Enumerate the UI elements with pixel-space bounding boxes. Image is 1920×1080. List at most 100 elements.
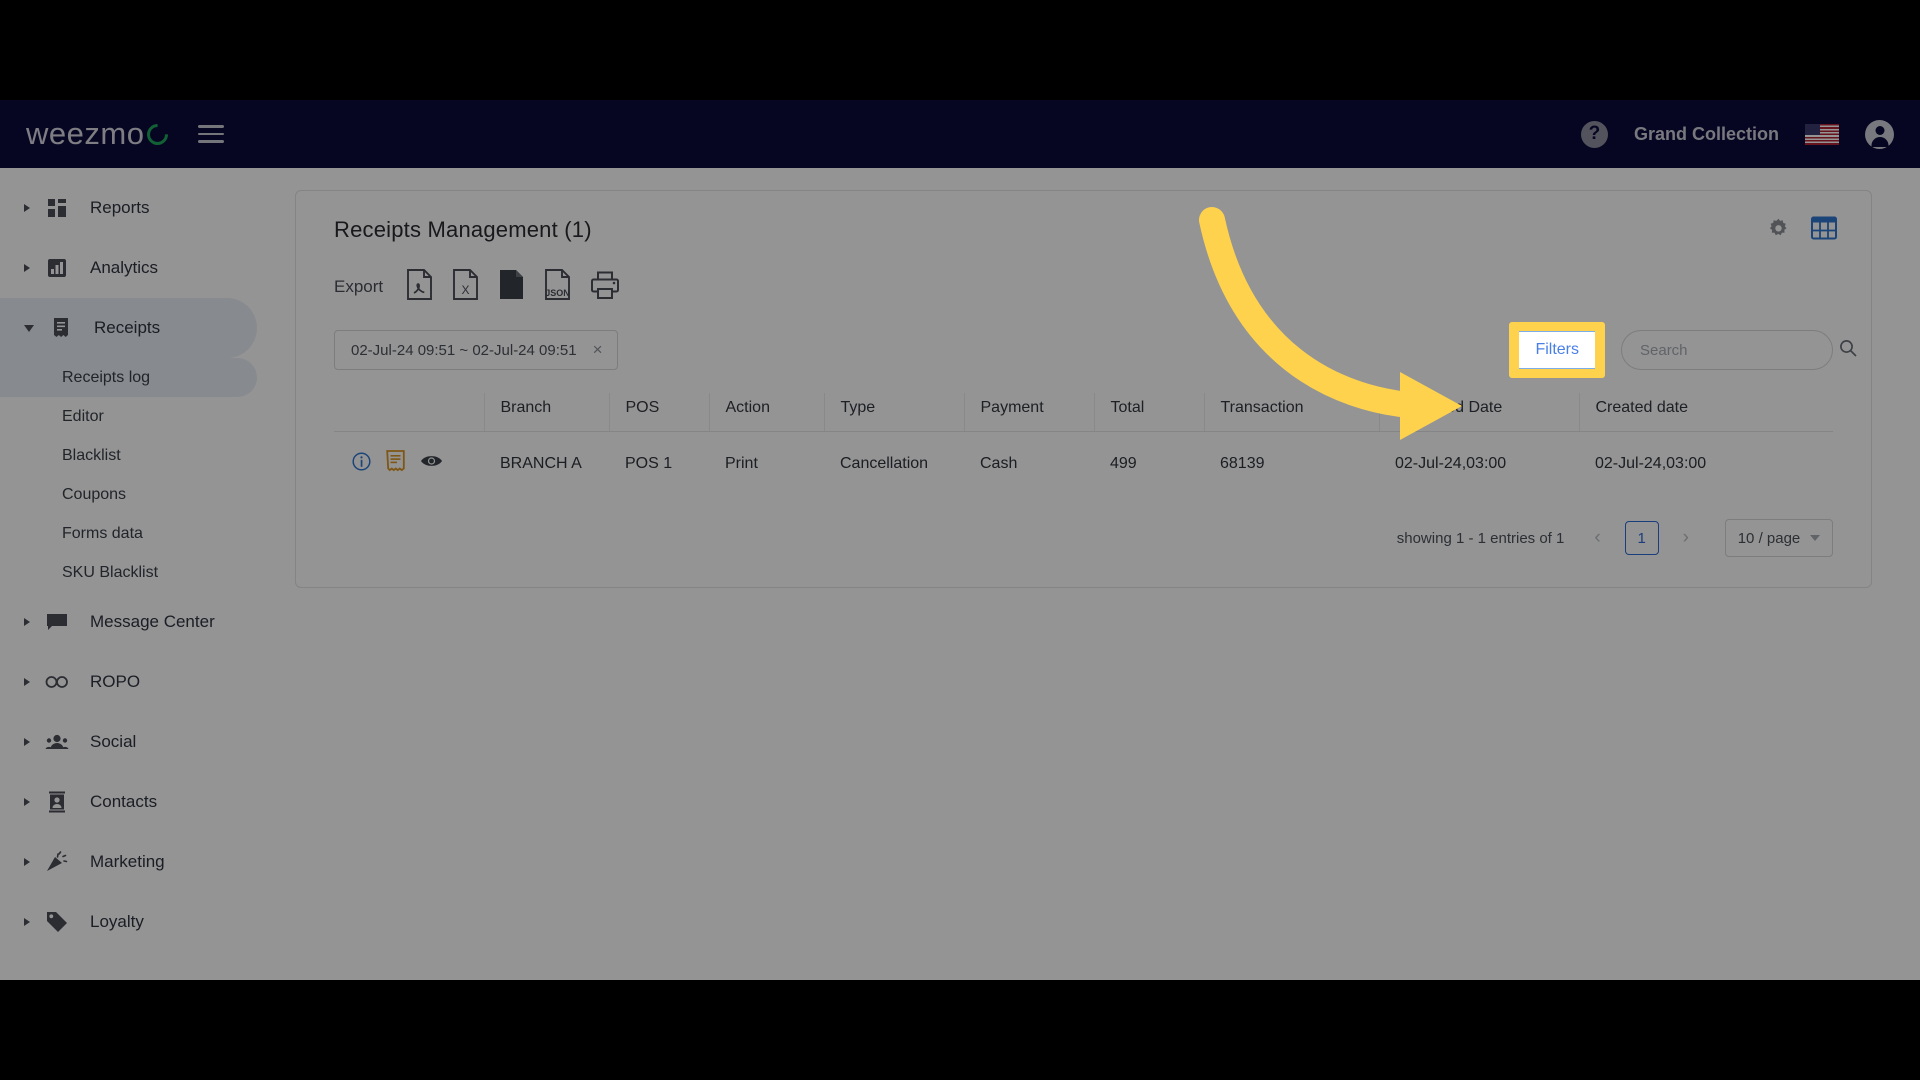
cell-uploaded-date: 02-Jul-24,03:00	[1395, 454, 1507, 472]
column-header-branch[interactable]: Branch	[483, 393, 609, 432]
cell-transaction: 68139	[1220, 454, 1265, 472]
column-header-type[interactable]: Type	[823, 393, 964, 432]
sidebar-item-coupons[interactable]: Coupons	[0, 475, 275, 514]
sidebar-item-contacts[interactable]: Contacts	[0, 772, 275, 832]
party-popper-icon	[44, 850, 70, 874]
sidebar-item-social[interactable]: Social	[0, 712, 275, 772]
column-header-pos[interactable]: POS	[608, 393, 709, 432]
sidebar-label-analytics: Analytics	[90, 258, 159, 277]
info-icon[interactable]	[352, 451, 371, 476]
sidebar-item-receipts-log[interactable]: Receipts log	[0, 358, 257, 397]
sidebar-item-blacklist[interactable]: Blacklist	[0, 436, 275, 475]
receipts-management-card: Receipts Management (1) Export X JSON 02…	[295, 190, 1872, 588]
sidebar-item-ropo[interactable]: ROPO	[0, 652, 275, 712]
sidebar-label-editor: Editor	[62, 407, 104, 425]
row-icons	[350, 450, 484, 477]
chevron-right-icon	[24, 798, 30, 806]
filter-toolbar: 02-Jul-24 09:51 ~ 02-Jul-24 09:51 × Filt…	[334, 322, 1857, 378]
people-icon	[44, 730, 70, 754]
pagination-prev-button[interactable]: ‹	[1586, 527, 1608, 549]
infinity-icon	[44, 670, 70, 694]
receipt-icon	[48, 316, 74, 340]
sidebar-label-blacklist: Blacklist	[62, 446, 121, 464]
sidebar-item-forms-data[interactable]: Forms data	[0, 514, 275, 553]
pagination-next-button[interactable]: ›	[1675, 527, 1697, 549]
pagination-page-1[interactable]: 1	[1624, 521, 1659, 555]
us-flag-icon[interactable]	[1805, 123, 1839, 145]
spreadsheet-icon[interactable]	[1811, 215, 1837, 241]
receipt-view-icon[interactable]	[386, 450, 405, 477]
column-header-actions[interactable]	[334, 393, 484, 432]
sidebar-navigation: Reports Analytics Receipts Receipts log …	[0, 168, 275, 980]
cell-action: Print	[725, 454, 758, 472]
chevron-right-icon	[24, 264, 30, 272]
column-header-payment[interactable]: Payment	[963, 393, 1094, 432]
search-box[interactable]	[1621, 330, 1857, 370]
sidebar-item-marketing[interactable]: Marketing	[0, 832, 275, 892]
contact-card-icon	[44, 790, 70, 814]
sidebar-item-loyalty[interactable]: Loyalty	[0, 892, 275, 952]
column-header-total[interactable]: Total	[1093, 393, 1204, 432]
sidebar-label-receipts-log: Receipts log	[62, 368, 151, 386]
pdf-export-icon[interactable]	[406, 269, 433, 305]
row-action-cell	[334, 432, 484, 496]
cell-branch: BRANCH A	[500, 454, 582, 472]
sidebar-item-receipts[interactable]: Receipts	[0, 298, 257, 358]
page-size-value: 10 / page	[1737, 529, 1801, 547]
table-row[interactable]: BRANCH A POS 1 Print Cancellation Cash 4…	[334, 432, 1833, 496]
column-header-transaction[interactable]: Transaction	[1203, 393, 1379, 432]
excel-export-icon[interactable]: X	[452, 269, 479, 305]
close-icon[interactable]: ×	[593, 340, 603, 360]
svg-text:X: X	[462, 283, 470, 297]
sidebar-label-ropo: ROPO	[90, 672, 141, 691]
help-icon[interactable]: ?	[1580, 120, 1608, 148]
cell-total: 499	[1110, 454, 1137, 472]
page-size-select[interactable]: 10 / page	[1725, 519, 1833, 557]
cell-created-date: 02-Jul-24,03:00	[1595, 454, 1707, 472]
card-tools	[1768, 215, 1837, 241]
sidebar-item-message-center[interactable]: Message Center	[0, 592, 275, 652]
date-range-value: 02-Jul-24 09:51 ~ 02-Jul-24 09:51	[351, 341, 577, 359]
sidebar-item-editor[interactable]: Editor	[0, 397, 275, 436]
cell-pos: POS 1	[625, 454, 673, 472]
search-icon[interactable]	[1839, 339, 1857, 362]
export-label: Export	[334, 277, 384, 296]
sidebar-item-reports[interactable]: Reports	[0, 178, 275, 238]
chevron-right-icon	[24, 918, 30, 926]
csv-export-icon[interactable]	[498, 269, 525, 305]
sidebar-item-sku-blacklist[interactable]: SKU Blacklist	[0, 553, 275, 592]
hamburger-icon[interactable]	[198, 120, 225, 148]
sidebar-label-marketing: Marketing	[90, 852, 165, 871]
print-icon[interactable]	[590, 271, 620, 304]
receipts-table: Branch POS Action Type Payment Total Tra…	[334, 393, 1833, 495]
column-header-created-date[interactable]: Created date	[1578, 393, 1833, 432]
main-content: Receipts Management (1) Export X JSON 02…	[295, 168, 1895, 980]
gear-icon[interactable]	[1768, 218, 1789, 239]
sidebar-label-social: Social	[90, 732, 137, 751]
right-filter-cluster: Filters	[1509, 322, 1857, 378]
sidebar-item-analytics[interactable]: Analytics	[0, 238, 275, 298]
json-export-icon[interactable]: JSON	[544, 269, 571, 305]
table-body: BRANCH A POS 1 Print Cancellation Cash 4…	[334, 432, 1833, 496]
chat-bubble-icon	[44, 610, 70, 634]
chevron-down-icon	[24, 324, 34, 332]
search-input[interactable]	[1640, 341, 1839, 359]
date-range-filter-chip[interactable]: 02-Jul-24 09:51 ~ 02-Jul-24 09:51 ×	[334, 330, 618, 370]
pagination: showing 1 - 1 entries of 1 ‹ 1 › 10 / pa…	[334, 519, 1833, 557]
table-header: Branch POS Action Type Payment Total Tra…	[334, 393, 1833, 432]
weezmo-logo[interactable]: weezmo	[26, 116, 173, 152]
table-header-row: Branch POS Action Type Payment Total Tra…	[334, 393, 1833, 432]
tag-icon	[44, 910, 70, 934]
eye-icon[interactable]	[420, 453, 443, 474]
pagination-summary: showing 1 - 1 entries of 1	[1396, 529, 1565, 547]
sidebar-label-reports: Reports	[90, 198, 150, 217]
chevron-right-icon	[24, 858, 30, 866]
application-window: weezmo ? Grand Collection Reports Analyt…	[0, 100, 1920, 980]
sidebar-label-loyalty: Loyalty	[90, 912, 144, 931]
logo-circle-icon	[143, 119, 173, 149]
account-name[interactable]: Grand Collection	[1634, 124, 1779, 145]
filters-button[interactable]: Filters	[1519, 331, 1595, 369]
user-avatar-icon[interactable]	[1865, 119, 1894, 149]
column-header-action[interactable]: Action	[708, 393, 824, 432]
column-header-uploaded-date[interactable]: Uploaded Date	[1378, 393, 1579, 432]
